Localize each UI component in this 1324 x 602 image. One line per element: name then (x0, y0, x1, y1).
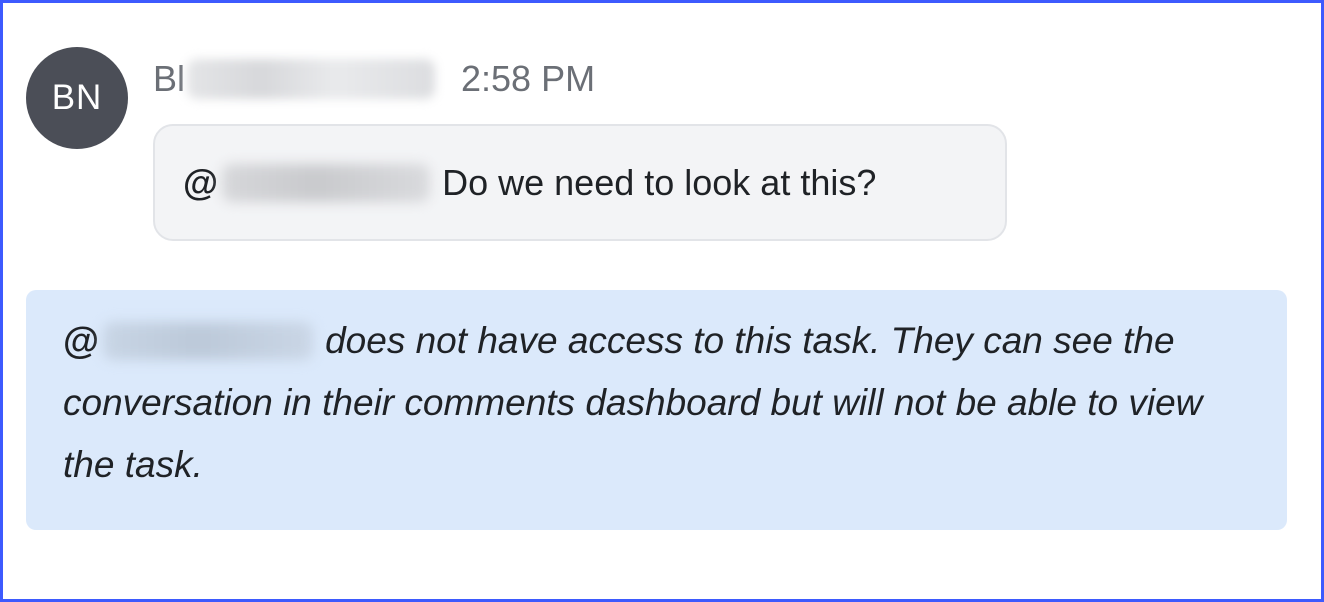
author-name-visible: Bl (153, 58, 186, 99)
author-name-redacted (187, 59, 436, 99)
author-name[interactable]: Bl (153, 58, 436, 100)
comment-header: Bl 2:58 PM (153, 58, 595, 100)
notice-mention-at-sign: @ (63, 320, 100, 361)
user-mention[interactable]: @ (183, 162, 442, 204)
comment-bubble: @ Do we need to look at this? (153, 124, 1007, 241)
mention-name-redacted (222, 163, 431, 202)
comment-panel: BN Bl 2:58 PM @ Do we need to look at th… (0, 0, 1324, 602)
comment-timestamp: 2:58 PM (461, 58, 596, 99)
comment-text: Do we need to look at this? (442, 161, 877, 203)
notice-user-mention[interactable]: @ (63, 310, 325, 372)
access-warning-notice: @ does not have access to this task. They… (26, 290, 1287, 530)
notice-mention-name-redacted (103, 322, 314, 360)
avatar-initials: BN (51, 78, 103, 117)
mention-at-sign: @ (183, 161, 219, 203)
avatar[interactable]: BN (26, 47, 128, 149)
